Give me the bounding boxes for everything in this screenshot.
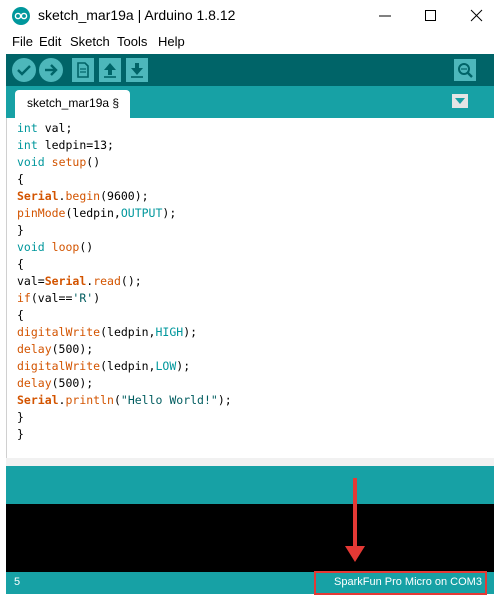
function-name: setup <box>51 155 87 169</box>
serial-monitor-button[interactable] <box>453 58 477 82</box>
tab-menu-icon <box>455 98 465 104</box>
code-line-10: val=Serial.read(); <box>17 274 142 288</box>
code-line-1: int val; <box>17 121 73 135</box>
code-line-4: { <box>17 172 24 186</box>
class-name: Serial <box>44 274 87 288</box>
code-line-9: { <box>17 257 24 271</box>
arduino-logo-icon <box>12 7 30 25</box>
code-line-15: digitalWrite(ledpin,LOW); <box>17 359 191 373</box>
code-line-6: pinMode(ledpin,OUTPUT); <box>17 206 177 220</box>
menu-sketch[interactable]: Sketch <box>70 34 110 49</box>
minimize-icon <box>379 15 391 17</box>
window-title: sketch_mar19a | Arduino 1.8.12 <box>38 7 236 23</box>
menu-file[interactable]: File <box>12 34 33 49</box>
string-literal: "Hello World!" <box>120 393 218 407</box>
menu-edit[interactable]: Edit <box>39 34 61 49</box>
code-line-12: { <box>17 308 24 322</box>
code-line-19: } <box>17 427 24 441</box>
open-sketch-button[interactable] <box>99 58 121 82</box>
tab-label: sketch_mar19a § <box>27 96 120 110</box>
minimize-button[interactable] <box>362 0 408 32</box>
keyword: int <box>17 138 38 152</box>
function-name: delay <box>17 342 52 356</box>
menu-tools[interactable]: Tools <box>117 34 147 49</box>
title-bar: sketch_mar19a | Arduino 1.8.12 <box>0 0 500 32</box>
annotation-highlight-box <box>314 571 487 595</box>
code-line-11: if(val=='R') <box>17 291 101 305</box>
code-line-7: } <box>17 223 24 237</box>
function-name: delay <box>17 376 52 390</box>
function-name: println <box>65 393 114 407</box>
console-output[interactable] <box>6 504 494 572</box>
editor-vertical-scrollbar[interactable] <box>476 118 494 458</box>
keyword: if <box>17 291 31 305</box>
annotation-arrow-head <box>345 546 365 562</box>
code-line-18: } <box>17 410 24 424</box>
keyword: void <box>17 240 45 254</box>
tab-sketch-mar19a[interactable]: sketch_mar19a § <box>15 90 130 118</box>
message-area <box>6 466 494 504</box>
constant: HIGH <box>155 325 184 339</box>
code-line-5: Serial.begin(9600); <box>17 189 149 203</box>
tab-menu-button[interactable] <box>452 94 468 108</box>
code-line-2: int ledpin=13; <box>17 138 114 152</box>
code-line-16: delay(500); <box>17 376 94 390</box>
verify-button[interactable] <box>12 58 36 82</box>
class-name: Serial <box>17 393 59 407</box>
function-name: pinMode <box>17 206 66 220</box>
open-icon <box>104 63 116 78</box>
serial-monitor-icon <box>454 59 476 81</box>
maximize-button[interactable] <box>408 0 454 32</box>
code-line-13: digitalWrite(ledpin,HIGH); <box>17 325 198 339</box>
code-line-8: void loop() <box>17 240 94 254</box>
editor-horizontal-scrollbar[interactable] <box>6 458 494 466</box>
class-name: Serial <box>17 189 59 203</box>
function-name: begin <box>65 189 101 203</box>
code-editor[interactable]: int val; int ledpin=13; void setup() { S… <box>6 118 494 466</box>
menu-help[interactable]: Help <box>158 34 185 49</box>
upload-icon <box>45 64 58 76</box>
close-button[interactable] <box>454 0 500 32</box>
maximize-icon <box>425 10 436 21</box>
function-name: loop <box>51 240 80 254</box>
function-name: read <box>93 274 121 288</box>
menu-bar: File Edit Sketch Tools Help <box>0 32 500 54</box>
save-icon <box>131 63 143 78</box>
upload-button[interactable] <box>39 58 63 82</box>
annotation-arrow-shaft <box>353 478 357 548</box>
code-line-3: void setup() <box>17 155 101 169</box>
constant: LOW <box>155 359 177 373</box>
line-number: 5 <box>14 576 21 588</box>
verify-icon <box>17 65 31 76</box>
function-name: digitalWrite <box>17 359 101 373</box>
close-icon <box>470 9 483 22</box>
new-sketch-button[interactable] <box>72 58 94 82</box>
code-line-17: Serial.println("Hello World!"); <box>17 393 232 407</box>
new-icon <box>77 62 89 78</box>
toolbar <box>6 54 494 86</box>
function-name: digitalWrite <box>17 325 101 339</box>
keyword: int <box>17 121 38 135</box>
tab-strip: sketch_mar19a § <box>6 86 494 118</box>
keyword: void <box>17 155 45 169</box>
char-literal: 'R' <box>72 291 94 305</box>
constant: OUTPUT <box>120 206 163 220</box>
code-line-14: delay(500); <box>17 342 94 356</box>
save-sketch-button[interactable] <box>126 58 148 82</box>
